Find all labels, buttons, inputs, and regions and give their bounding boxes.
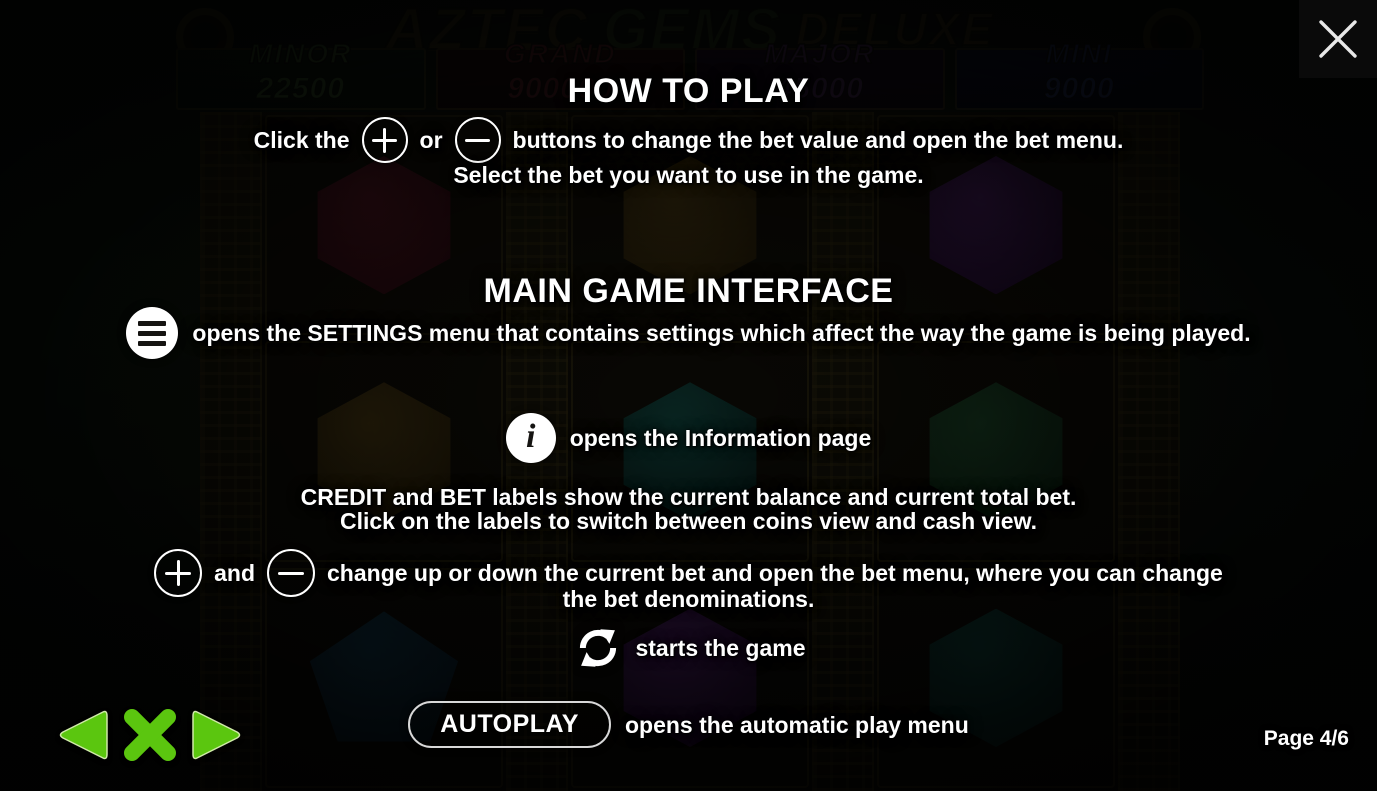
plus-icon-vertical-bar bbox=[176, 560, 180, 586]
bet-change-row-2: the bet denominations. bbox=[0, 584, 1377, 614]
minus-icon-horizontal-bar bbox=[278, 571, 305, 575]
bet-line-suffix: buttons to change the bet value and open… bbox=[512, 127, 1124, 153]
section-title-main-game-interface: MAIN GAME INTERFACE bbox=[483, 272, 894, 310]
page-title-how-to-play: HOW TO PLAY bbox=[567, 72, 810, 110]
hamburger-bar bbox=[138, 340, 167, 346]
minus-icon-horizontal-bar bbox=[465, 138, 491, 142]
spin-refresh-icon[interactable] bbox=[571, 621, 625, 675]
hamburger-menu-icon[interactable] bbox=[126, 307, 179, 359]
bet-instruction-row-2: Select the bet you want to use in the ga… bbox=[0, 160, 1377, 190]
spin-text: starts the game bbox=[635, 635, 806, 661]
close-icon bbox=[1319, 20, 1357, 58]
settings-text: opens the SETTINGS menu that contains se… bbox=[192, 320, 1251, 346]
credit-bet-row-2: Click on the labels to switch between co… bbox=[0, 506, 1377, 536]
minus-icon[interactable] bbox=[454, 117, 501, 163]
hamburger-bar bbox=[138, 320, 167, 326]
credit-text-2: Click on the labels to switch between co… bbox=[339, 508, 1038, 534]
plus-icon[interactable] bbox=[361, 117, 408, 163]
page-indicator: Page 4/6 bbox=[1263, 727, 1349, 750]
plus-icon-vertical-bar bbox=[383, 127, 387, 153]
info-text: opens the Information page bbox=[569, 425, 872, 451]
hamburger-bar bbox=[138, 330, 167, 336]
autoplay-button[interactable]: AUTOPLAY bbox=[408, 701, 611, 748]
close-button[interactable] bbox=[1299, 0, 1377, 78]
bet-line-or: or bbox=[419, 127, 443, 153]
autoplay-text: opens the automatic play menu bbox=[624, 711, 969, 738]
next-page-icon-svg bbox=[192, 710, 241, 760]
bet-change-text-2: the bet denominations. bbox=[562, 586, 815, 612]
previous-page-icon[interactable] bbox=[55, 706, 109, 769]
close-help-icon-svg bbox=[124, 709, 176, 761]
bet-instruction-row: Click the or buttons to change the bet v… bbox=[0, 117, 1377, 163]
game-help-overlay-screen: AZTEC GEMS DELUXE MINOR 22500 GRAND 9000… bbox=[0, 0, 1377, 791]
close-help-icon[interactable] bbox=[119, 704, 181, 771]
spin-refresh-icon-svg bbox=[580, 629, 617, 667]
bet-line-prefix: Click the bbox=[253, 127, 350, 153]
help-content: HOW TO PLAY Click the or buttons to chan… bbox=[0, 0, 1377, 791]
info-icon[interactable]: i bbox=[505, 413, 556, 463]
next-page-icon[interactable] bbox=[191, 706, 245, 769]
settings-instruction-row: opens the SETTINGS menu that contains se… bbox=[0, 307, 1377, 359]
bet-line-2: Select the bet you want to use in the ga… bbox=[453, 162, 924, 188]
info-instruction-row: i opens the Information page bbox=[0, 413, 1377, 463]
spin-instruction-row: starts the game bbox=[0, 621, 1377, 675]
previous-page-icon-svg bbox=[59, 710, 108, 760]
info-icon-letter: i bbox=[525, 418, 536, 455]
help-navigation bbox=[55, 704, 245, 771]
